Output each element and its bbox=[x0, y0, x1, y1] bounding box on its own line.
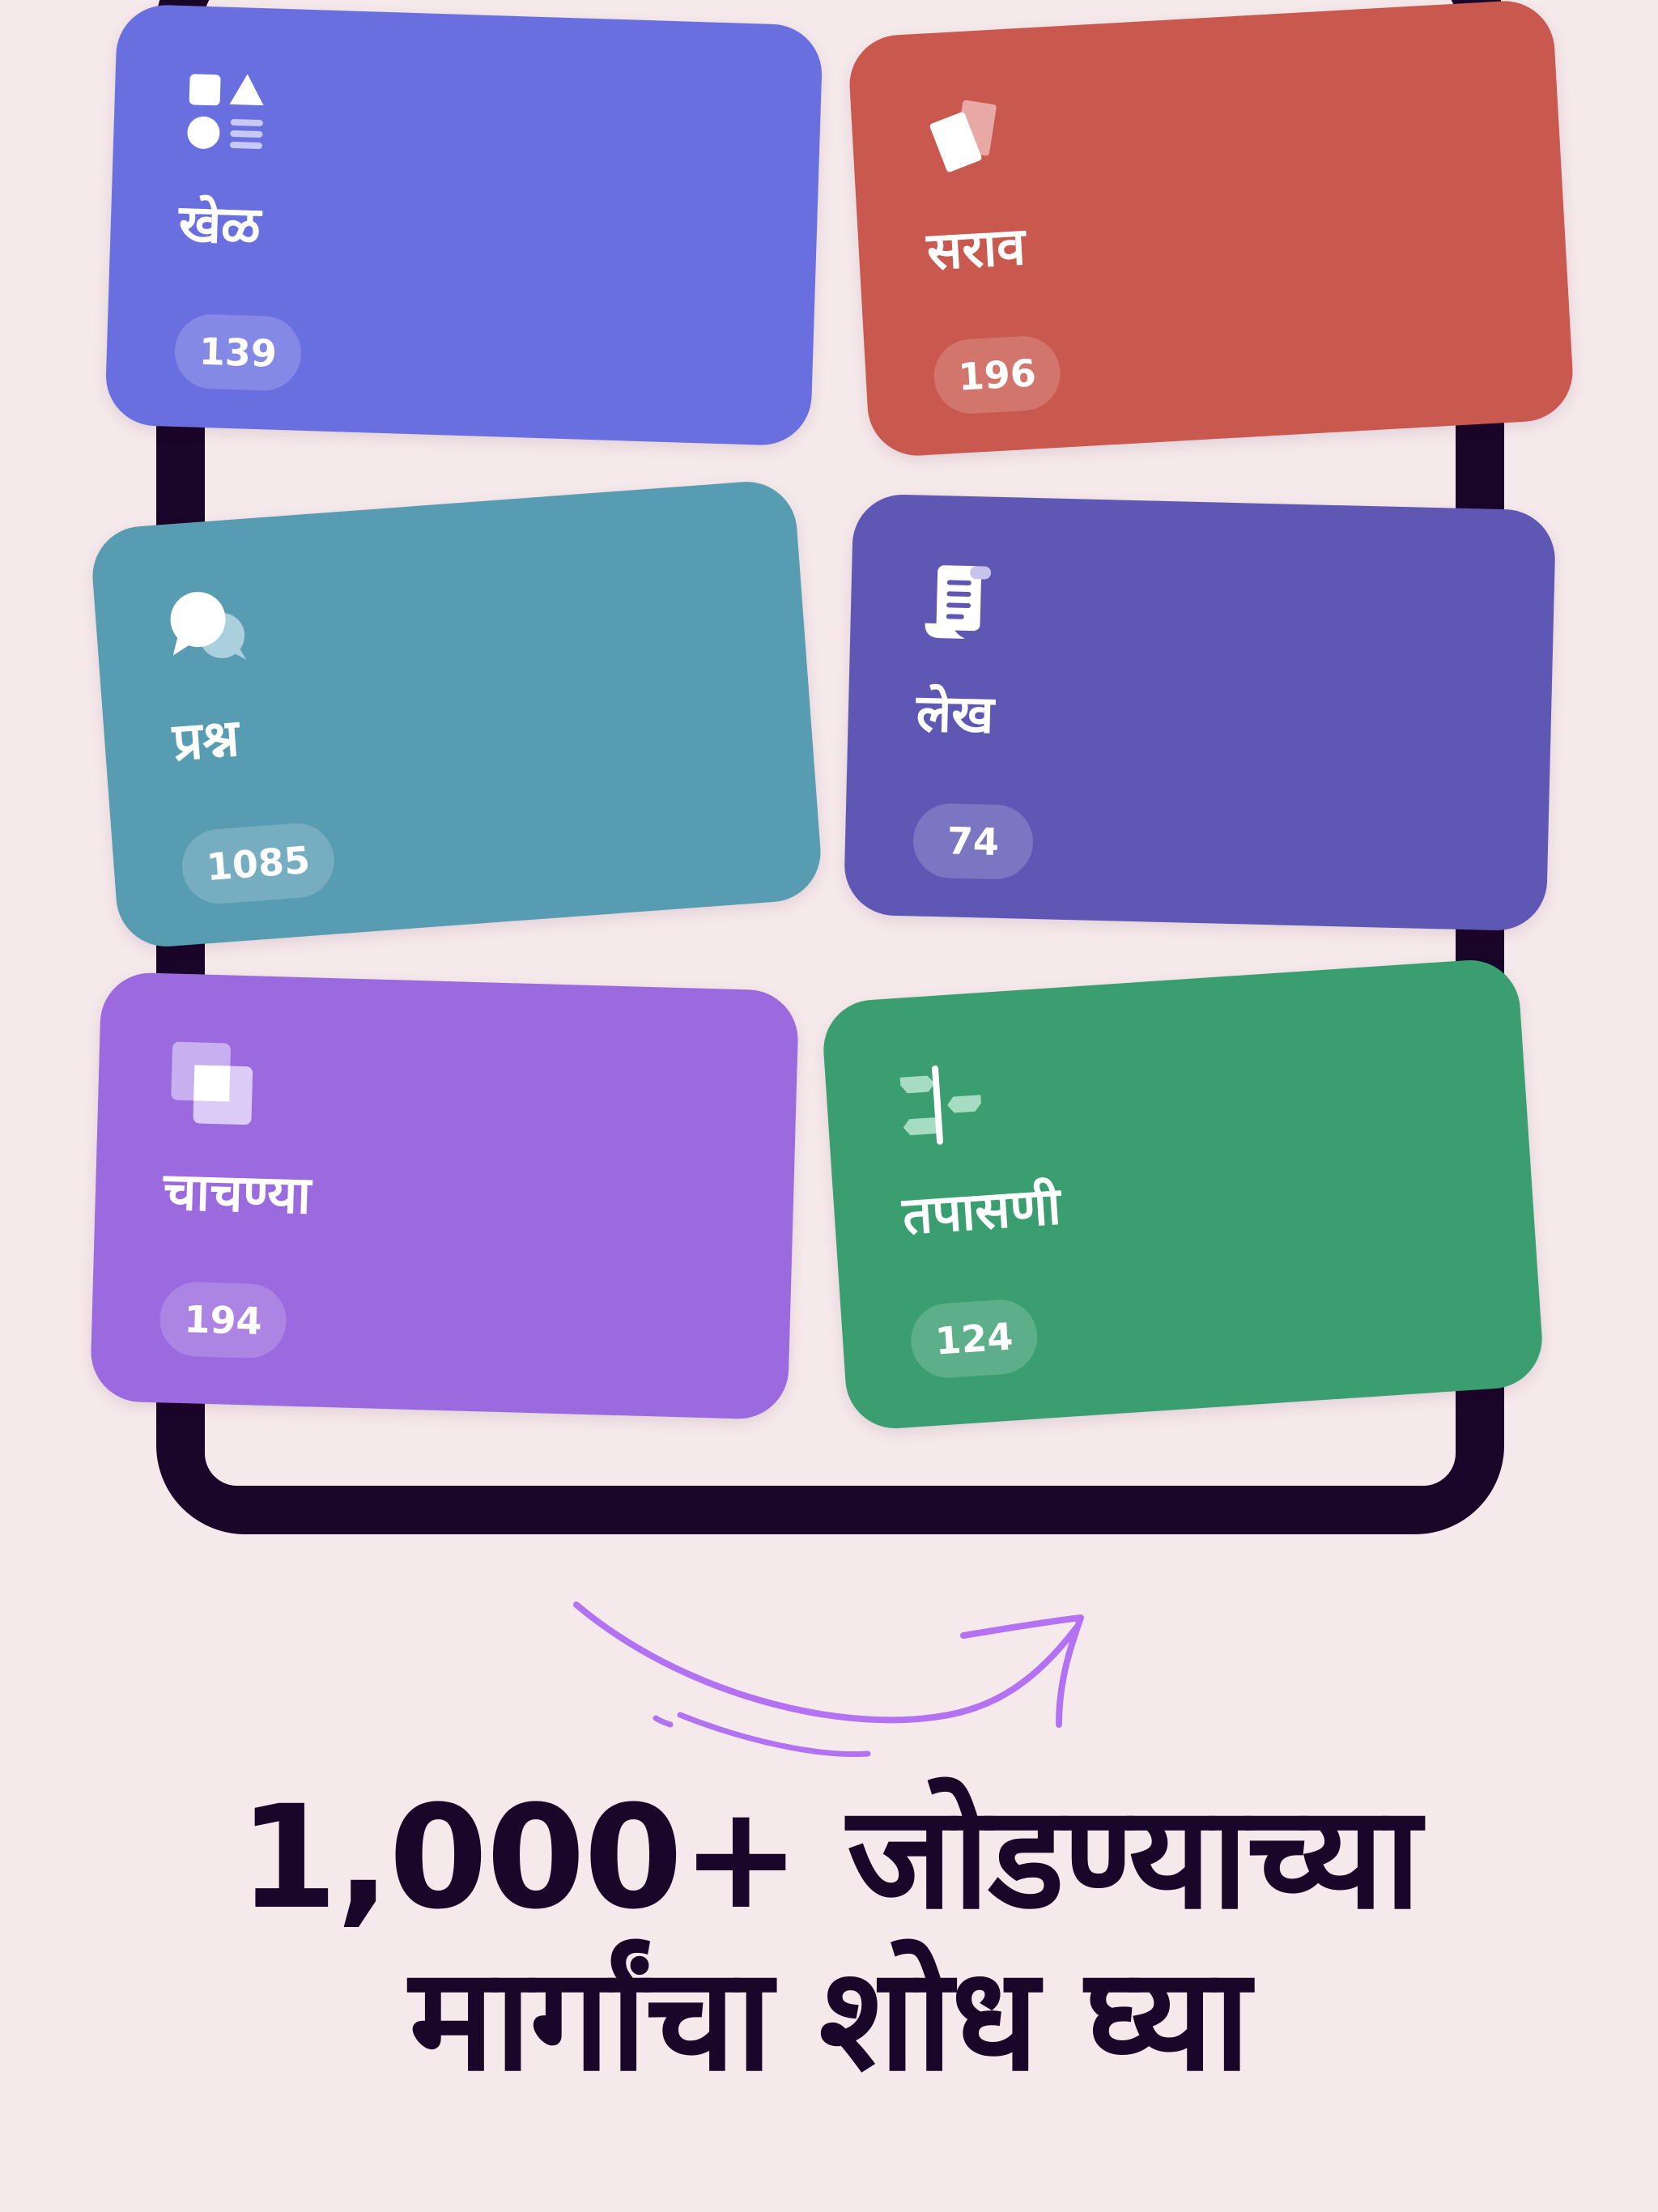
category-card-questions[interactable]: प्रश्न 1085 bbox=[89, 478, 824, 951]
category-card-articles[interactable]: लेख 74 bbox=[843, 493, 1557, 932]
chat-bubbles-icon bbox=[170, 592, 247, 660]
count-badge: 74 bbox=[912, 802, 1035, 881]
count-badge: 196 bbox=[932, 334, 1063, 416]
count-badge: 1085 bbox=[179, 820, 337, 907]
category-card-games[interactable]: खेळ 139 bbox=[104, 3, 823, 447]
card-label: प्रश्न bbox=[170, 708, 241, 773]
cards-icon bbox=[929, 100, 997, 172]
category-card-practice[interactable]: सराव 196 bbox=[847, 0, 1575, 458]
card-label: तपासणी bbox=[900, 1176, 1063, 1247]
curved-arrow-icon bbox=[573, 1602, 1084, 1757]
headline-line-2: मार्गांचा शोध घ्या bbox=[409, 1937, 1251, 2103]
headline-line-1: 1,000+ जोडण्याच्या bbox=[238, 1775, 1421, 1941]
card-label: लेख bbox=[915, 683, 995, 746]
card-label: सराव bbox=[925, 216, 1027, 283]
count-badge: 194 bbox=[159, 1281, 287, 1359]
count-badge: 139 bbox=[173, 313, 303, 392]
card-label: खेळ bbox=[177, 194, 261, 257]
category-card-tests[interactable]: चाचण्या 194 bbox=[89, 972, 800, 1420]
document-scroll-icon bbox=[925, 565, 992, 639]
signpost-icon bbox=[899, 1065, 981, 1145]
category-card-checks[interactable]: तपासणी 124 bbox=[820, 957, 1545, 1431]
card-label: चाचण्या bbox=[162, 1162, 312, 1227]
layered-squares-icon bbox=[171, 1041, 253, 1125]
shapes-icon bbox=[187, 74, 264, 150]
count-badge: 124 bbox=[908, 1297, 1040, 1380]
headline: 1,000+ जोडण्याच्या मार्गांचा शोध घ्या bbox=[0, 1777, 1658, 2101]
